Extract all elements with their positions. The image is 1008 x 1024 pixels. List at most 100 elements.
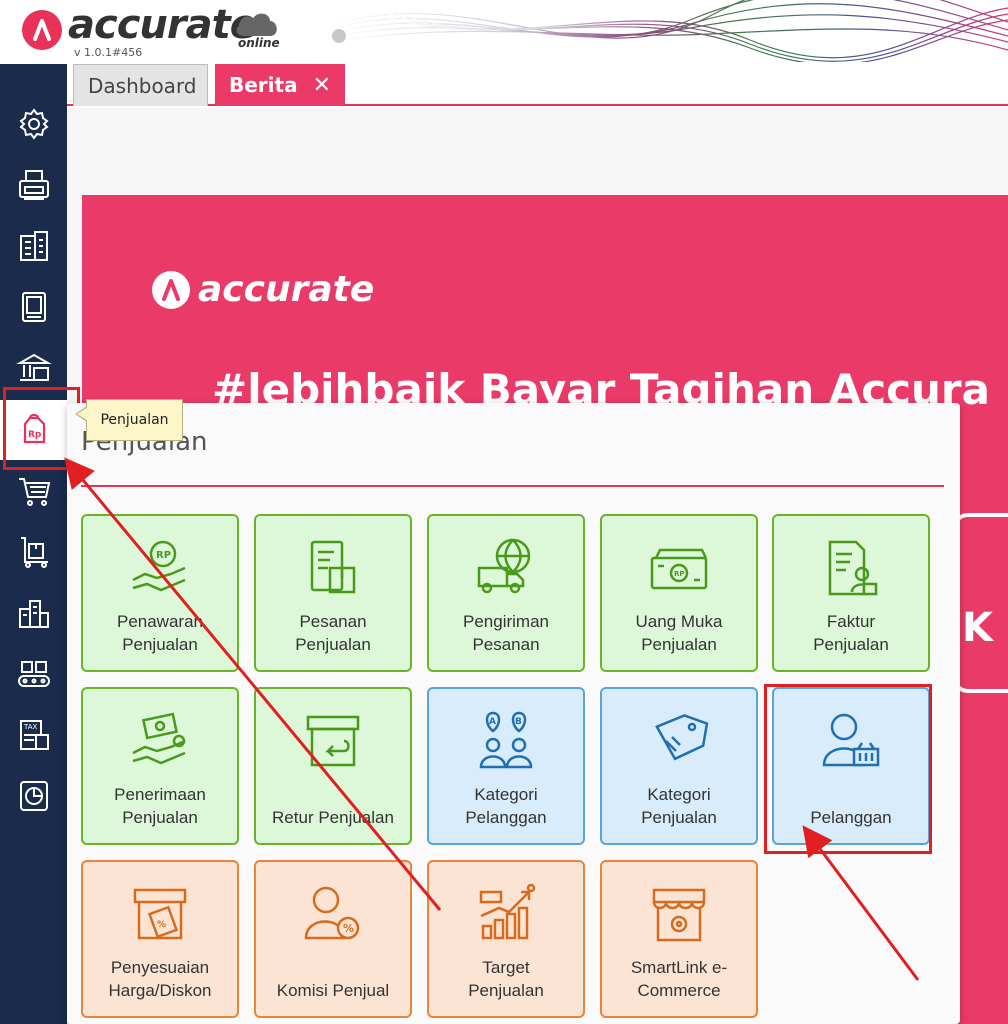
tile-kategori-penjualan[interactable]: Kategori Penjualan (600, 687, 758, 845)
bank-icon (15, 353, 52, 381)
tile-label: Pesanan (472, 635, 540, 654)
customer-category-icon: A B (479, 711, 533, 769)
target-chart-icon (479, 883, 536, 940)
tile-label: Penjualan (122, 635, 198, 654)
tile-label: Penjualan (468, 981, 544, 1000)
banner-logo-text: accurate (198, 269, 375, 310)
tile-label: Penjualan (122, 808, 198, 827)
tile-label: Penyesuaian (110, 958, 210, 977)
svg-text:TAX: TAX (23, 723, 38, 731)
tile-pesanan-penjualan[interactable]: Pesanan Penjualan (254, 514, 412, 672)
sidebar-item-settings[interactable] (0, 94, 67, 154)
store-icon (652, 888, 706, 942)
annotation-highlight-pelanggan (764, 684, 932, 854)
tile-label: Retur Penjualan (272, 808, 394, 827)
building-icon (19, 231, 48, 261)
accurate-logo-icon (152, 270, 190, 309)
quotation-icon: RP (132, 540, 186, 592)
tile-label: Kategori (474, 785, 538, 804)
tile-label: Penerimaan (114, 785, 206, 804)
report-icon (19, 781, 48, 811)
sidebar-item-company[interactable] (0, 216, 67, 276)
tile-label: Penjualan (641, 808, 717, 827)
banner-partial-text: K (962, 605, 993, 651)
header-wave-decoration (330, 0, 1008, 62)
banner-frame (952, 513, 1008, 693)
panel-divider (81, 485, 944, 487)
tile-label: Pesanan (299, 612, 367, 631)
tile-penerimaan-penjualan[interactable]: Penerimaan Penjualan (81, 687, 239, 845)
tile-label: Penjualan (641, 635, 717, 654)
return-icon (306, 715, 360, 767)
brand-name: accurate (68, 2, 257, 48)
banner-logo: accurate (152, 269, 374, 310)
sidebar-item-fax[interactable] (0, 155, 67, 215)
cart-icon (18, 478, 50, 506)
tab-berita[interactable]: Berita ✕ (215, 64, 345, 106)
tile-label: Pengiriman (463, 612, 549, 631)
sidebar-tooltip: Penjualan (75, 399, 183, 441)
commission-icon: % (304, 886, 360, 940)
tile-label: Harga/Diskon (108, 981, 212, 1000)
invoice-icon (828, 540, 878, 596)
tile-retur-penjualan[interactable]: Retur Penjualan (254, 687, 412, 845)
tile-label: SmartLink e- (630, 958, 728, 977)
city-icon (18, 600, 49, 628)
app-header: accurate online v 1.0.1#456 (0, 0, 1008, 62)
tile-label: Target (482, 958, 530, 977)
tile-label: Faktur (826, 612, 876, 631)
svg-text:%: % (157, 920, 166, 930)
tile-label: Penawaran (116, 612, 203, 631)
tile-target-penjualan[interactable]: Target Penjualan (427, 860, 585, 1018)
book-icon (21, 292, 46, 322)
sales-order-icon (310, 540, 356, 594)
tile-label: Commerce (637, 981, 721, 1000)
sidebar-item-ledger[interactable] (0, 277, 67, 337)
close-icon[interactable]: ✕ (313, 73, 331, 98)
tab-bar: Dashboard Berita ✕ (67, 62, 1008, 106)
sidebar-item-pajak[interactable]: TAX (0, 705, 67, 765)
svg-text:A: A (489, 717, 496, 727)
tile-pengiriman-pesanan[interactable]: Pengiriman Pesanan (427, 514, 585, 672)
tile-label: Pelanggan (465, 808, 547, 827)
accurate-logo-icon (22, 10, 62, 50)
tax-icon: TAX (19, 720, 49, 750)
tile-komisi-penjual[interactable]: % Komisi Penjual (254, 860, 412, 1018)
sidebar-item-laporan[interactable] (0, 766, 67, 826)
tile-kategori-pelanggan[interactable]: A B Kategori Pelanggan (427, 687, 585, 845)
sidebar-item-pembelian[interactable] (0, 461, 67, 521)
cloud-icon (236, 13, 277, 36)
svg-text:RP: RP (674, 570, 685, 578)
tab-berita-label: Berita (229, 73, 298, 97)
tile-label: Komisi Penjual (276, 981, 390, 1000)
tile-label: Penjualan (813, 635, 889, 654)
tab-dashboard[interactable]: Dashboard (73, 64, 208, 106)
tile-label: Penjualan (295, 635, 371, 654)
conveyor-icon (17, 661, 50, 687)
tag-icon (655, 714, 709, 761)
tile-penawaran-penjualan[interactable]: RP Penawaran Penjualan (81, 514, 239, 672)
svg-text:%: % (343, 922, 354, 935)
sidebar-item-aset[interactable] (0, 583, 67, 643)
sidebar: Rp TAX (0, 64, 67, 1024)
app-version: v 1.0.1#456 (74, 46, 143, 59)
hand-truck-icon (20, 537, 48, 568)
svg-text:RP: RP (156, 550, 171, 561)
tab-dashboard-label: Dashboard (88, 73, 197, 98)
tile-faktur-penjualan[interactable]: Faktur Penjualan (772, 514, 930, 672)
receipt-icon (132, 712, 186, 765)
fax-icon (18, 170, 49, 200)
discount-box-icon: % (133, 888, 187, 940)
tile-smartlink-ecommerce[interactable]: SmartLink e- Commerce (600, 860, 758, 1018)
tile-label: Kategori (647, 785, 711, 804)
cloud-label: online (238, 36, 280, 50)
gear-icon (18, 108, 49, 140)
tile-label: Uang Muka (635, 612, 723, 631)
tile-uang-muka-penjualan[interactable]: RP Uang Muka Penjualan (600, 514, 758, 672)
delivery-icon (477, 538, 531, 594)
tile-penyesuaian-harga-diskon[interactable]: % Penyesuaian Harga/Diskon (81, 860, 239, 1018)
connection-status-dot (332, 29, 346, 43)
svg-text:B: B (515, 717, 522, 727)
sidebar-item-persediaan[interactable] (0, 522, 67, 582)
sidebar-item-produksi[interactable] (0, 644, 67, 704)
